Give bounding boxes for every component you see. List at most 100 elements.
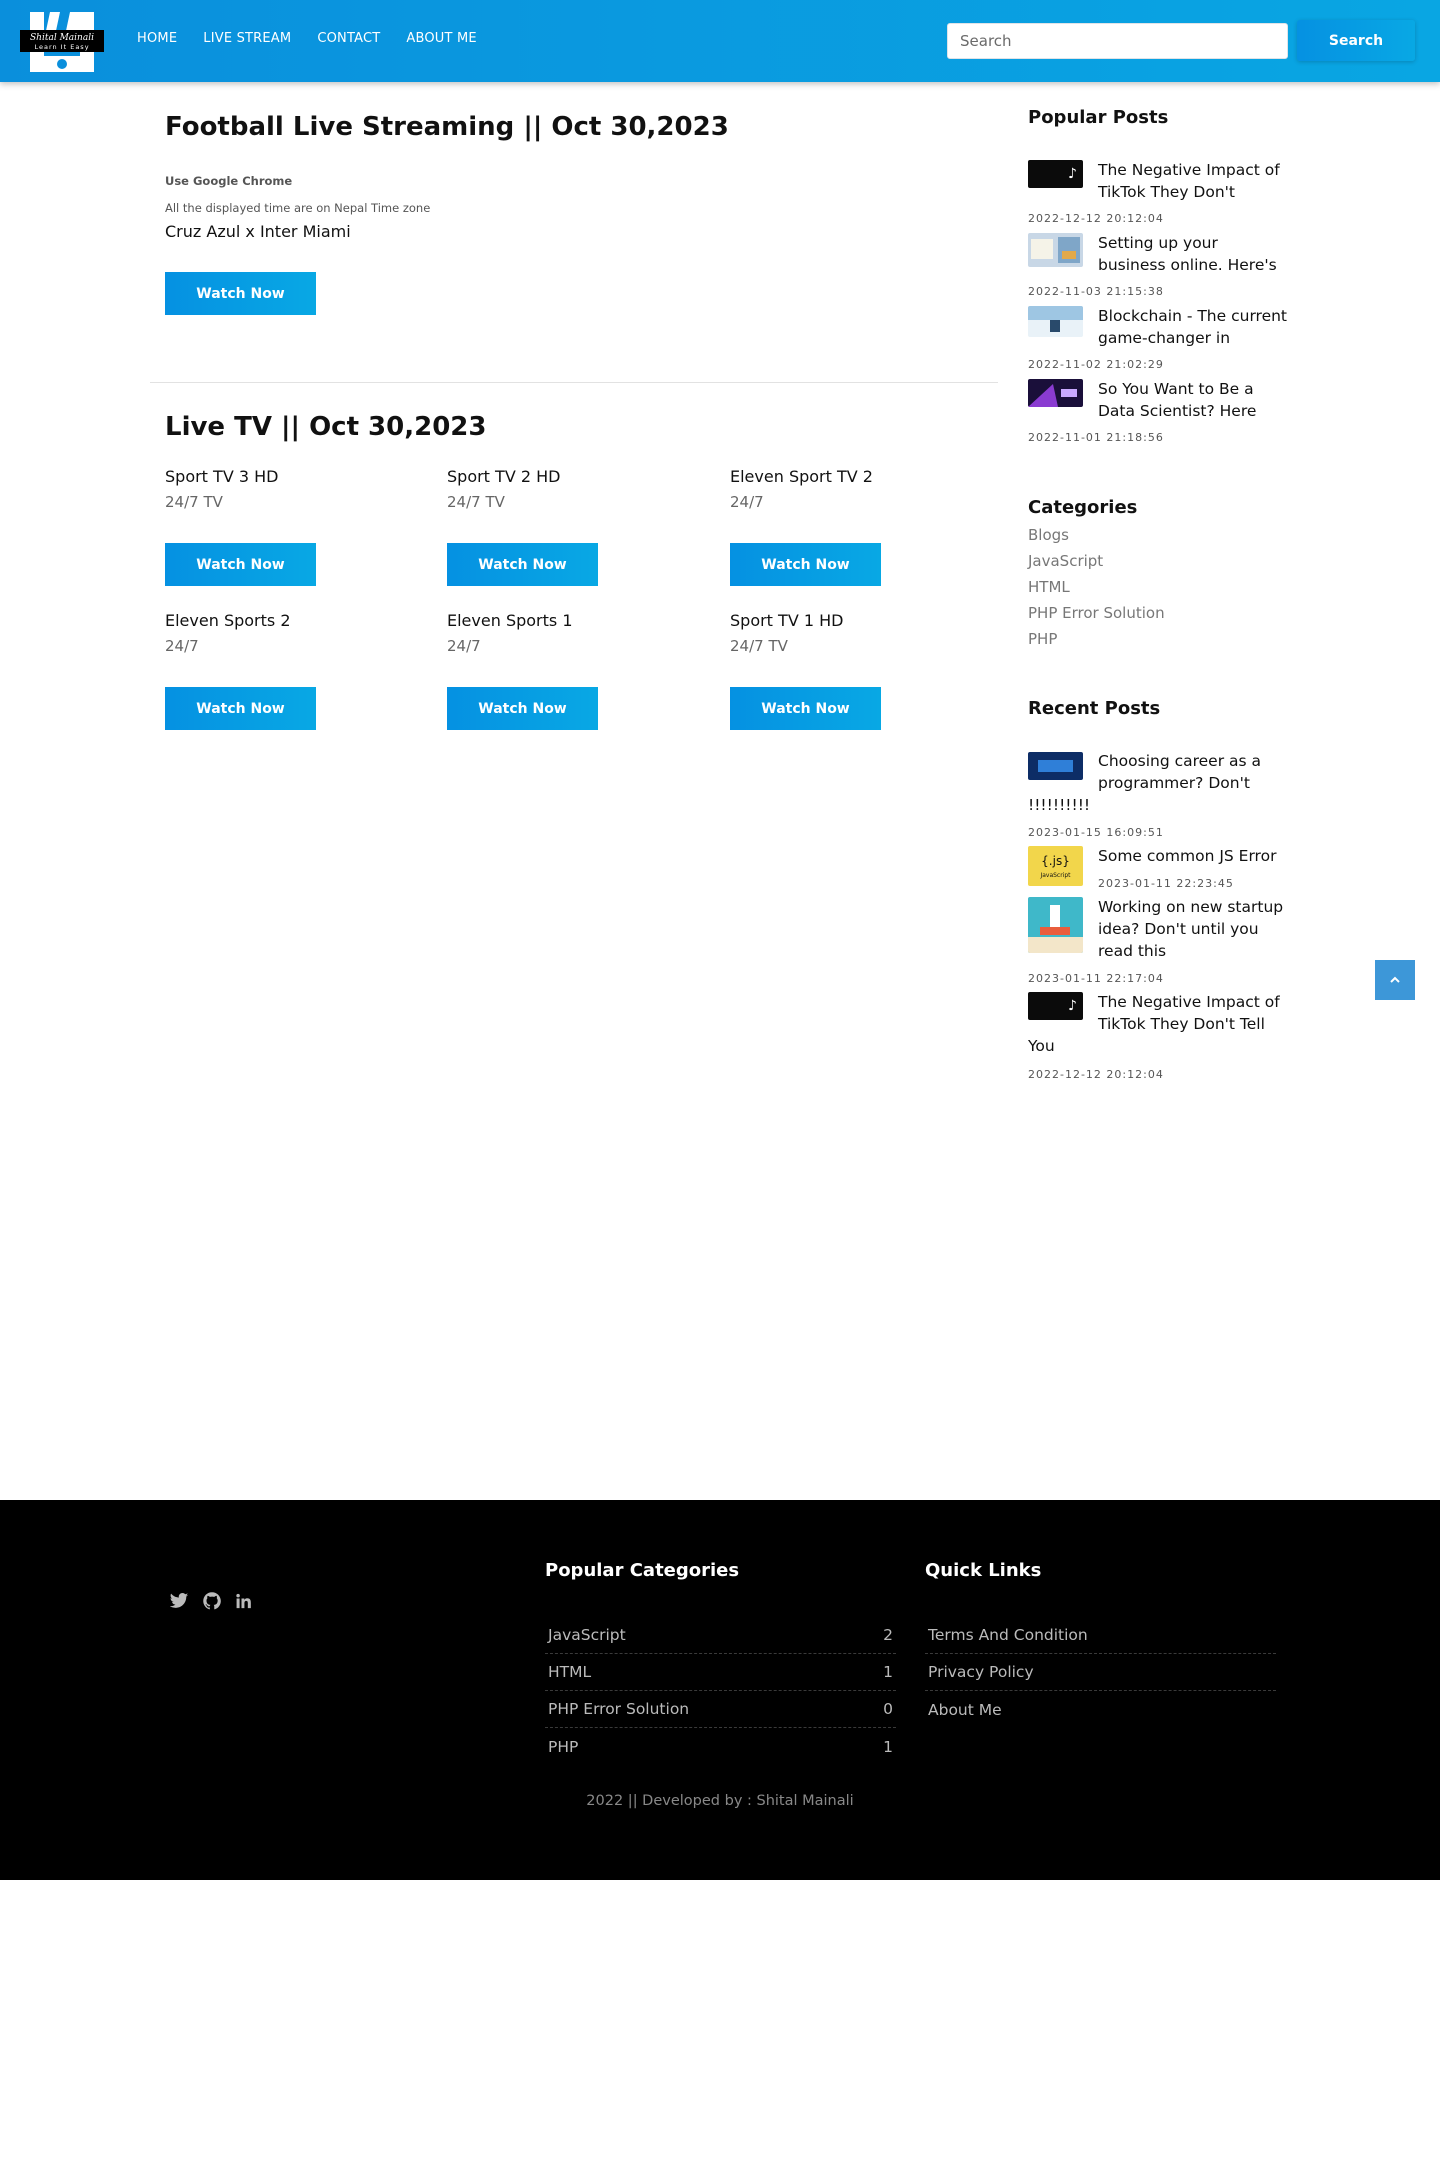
post-date: 2022-11-01 21:18:56 bbox=[1028, 431, 1164, 444]
svg-text:♪: ♪ bbox=[1068, 998, 1077, 1014]
svg-text:{.js}: {.js} bbox=[1041, 854, 1070, 868]
post-date: 2023-01-11 22:23:45 bbox=[1098, 877, 1234, 890]
linkedin-icon[interactable] bbox=[234, 1591, 254, 1611]
recent-post-title-overflow[interactable]: You bbox=[1028, 1035, 1055, 1057]
watch-now-button[interactable]: Watch Now bbox=[447, 687, 598, 730]
quick-link-label: About Me bbox=[928, 1700, 1002, 1719]
footer-category-count: 0 bbox=[883, 1700, 893, 1718]
footer-category-count: 1 bbox=[883, 1663, 893, 1681]
navbar: Shital Mainali Learn It Easy HOME LIVE S… bbox=[0, 0, 1440, 82]
category-link[interactable]: Blogs bbox=[1028, 526, 1069, 544]
categories-heading: Categories bbox=[1028, 497, 1138, 518]
post-date: 2022-11-02 21:02:29 bbox=[1028, 358, 1164, 371]
watch-now-button[interactable]: Watch Now bbox=[447, 543, 598, 586]
search-input[interactable] bbox=[947, 23, 1288, 59]
recent-post-title-overflow[interactable]: !!!!!!!!!! bbox=[1028, 794, 1090, 816]
popular-post-title[interactable]: Blockchain - The current game-changer in bbox=[1098, 305, 1287, 349]
channel-name: Eleven Sports 2 bbox=[165, 611, 291, 630]
post-thumbnail[interactable] bbox=[1028, 233, 1083, 267]
svg-text:♪: ♪ bbox=[1068, 166, 1077, 182]
channel-subtitle: 24/7 bbox=[447, 637, 481, 655]
scroll-to-top-button[interactable] bbox=[1375, 960, 1415, 1000]
footer-category-row[interactable]: PHP 1 bbox=[545, 1728, 896, 1765]
channel-subtitle: 24/7 bbox=[165, 637, 199, 655]
post-thumbnail[interactable] bbox=[1028, 752, 1083, 780]
channel-name: Sport TV 2 HD bbox=[447, 467, 561, 486]
channel-name: Eleven Sports 1 bbox=[447, 611, 573, 630]
recent-post-title[interactable]: Some common JS Error bbox=[1098, 845, 1276, 867]
twitter-icon[interactable] bbox=[169, 1591, 189, 1611]
nav-links: HOME LIVE STREAM CONTACT ABOUT ME bbox=[137, 31, 477, 46]
watch-now-button[interactable]: Watch Now bbox=[165, 543, 316, 586]
channel-subtitle: 24/7 bbox=[730, 493, 764, 511]
footer-category-row[interactable]: HTML 1 bbox=[545, 1654, 896, 1691]
category-link[interactable]: JavaScript bbox=[1028, 552, 1103, 570]
category-link[interactable]: PHP Error Solution bbox=[1028, 604, 1165, 622]
post-thumbnail[interactable] bbox=[1028, 897, 1083, 953]
channel-subtitle: 24/7 TV bbox=[447, 493, 505, 511]
footer-category-count: 1 bbox=[883, 1737, 893, 1756]
logo-tagline: Learn It Easy bbox=[34, 43, 89, 51]
category-link[interactable]: HTML bbox=[1028, 578, 1070, 596]
channel-subtitle: 24/7 TV bbox=[730, 637, 788, 655]
recent-posts-heading: Recent Posts bbox=[1028, 698, 1161, 719]
site-logo[interactable]: Shital Mainali Learn It Easy bbox=[20, 12, 104, 72]
post-date: 2023-01-15 16:09:51 bbox=[1028, 826, 1164, 839]
post-date: 2022-12-12 20:12:04 bbox=[1028, 1068, 1164, 1081]
browser-note: Use Google Chrome bbox=[165, 174, 293, 188]
quick-link-label: Privacy Policy bbox=[928, 1663, 1034, 1681]
post-thumbnail[interactable]: ♪ bbox=[1028, 992, 1083, 1020]
nav-about-me[interactable]: ABOUT ME bbox=[406, 31, 476, 46]
football-title: Football Live Streaming || Oct 30,2023 bbox=[165, 112, 729, 142]
search-button[interactable]: Search bbox=[1297, 20, 1415, 61]
footer-category-row[interactable]: JavaScript 2 bbox=[545, 1617, 896, 1654]
channel-name: Eleven Sport TV 2 bbox=[730, 467, 873, 486]
channel-name: Sport TV 1 HD bbox=[730, 611, 844, 630]
footer-category-row[interactable]: PHP Error Solution 0 bbox=[545, 1691, 896, 1728]
quick-link[interactable]: Terms And Condition bbox=[925, 1617, 1276, 1654]
footer-category-name: PHP bbox=[548, 1737, 579, 1756]
watch-now-button[interactable]: Watch Now bbox=[730, 687, 881, 730]
popular-post-title[interactable]: The Negative Impact of TikTok They Don't bbox=[1098, 159, 1280, 203]
post-thumbnail[interactable]: ♪ bbox=[1028, 160, 1083, 188]
channel-name: Sport TV 3 HD bbox=[165, 467, 279, 486]
chevron-up-icon bbox=[1390, 976, 1400, 983]
footer-category-name: HTML bbox=[548, 1663, 592, 1681]
post-date: 2022-11-03 21:15:38 bbox=[1028, 285, 1164, 298]
recent-post-title[interactable]: Working on new startup idea? Don't until… bbox=[1098, 896, 1283, 962]
post-thumbnail[interactable] bbox=[1028, 379, 1083, 407]
nav-contact[interactable]: CONTACT bbox=[317, 31, 380, 46]
live-tv-title: Live TV || Oct 30,2023 bbox=[165, 412, 487, 442]
popular-posts-heading: Popular Posts bbox=[1028, 107, 1169, 128]
post-thumbnail[interactable] bbox=[1028, 306, 1083, 337]
watch-now-button[interactable]: Watch Now bbox=[730, 543, 881, 586]
popular-post-title[interactable]: Setting up your business online. Here's bbox=[1098, 232, 1277, 276]
post-thumbnail[interactable]: {.js} JavaScript bbox=[1028, 846, 1083, 886]
logo-title: Shital Mainali bbox=[30, 33, 94, 43]
channel-subtitle: 24/7 TV bbox=[165, 493, 223, 511]
popular-categories-heading: Popular Categories bbox=[545, 1560, 740, 1581]
nav-home[interactable]: HOME bbox=[137, 31, 177, 46]
popular-post-title[interactable]: So You Want to Be a Data Scientist? Here bbox=[1098, 378, 1256, 422]
section-divider bbox=[150, 382, 998, 383]
copyright-text: 2022 || Developed by : Shital Mainali bbox=[586, 1793, 854, 1809]
svg-text:JavaScript: JavaScript bbox=[1039, 872, 1071, 879]
watch-now-button[interactable]: Watch Now bbox=[165, 272, 316, 315]
category-link[interactable]: PHP bbox=[1028, 630, 1057, 648]
quick-link[interactable]: About Me bbox=[925, 1691, 1276, 1728]
recent-post-title[interactable]: Choosing career as a programmer? Don't bbox=[1098, 750, 1293, 794]
quick-link-label: Terms And Condition bbox=[928, 1626, 1088, 1644]
recent-post-title[interactable]: The Negative Impact of TikTok They Don't… bbox=[1098, 991, 1280, 1035]
post-date: 2023-01-11 22:17:04 bbox=[1028, 972, 1164, 985]
watch-now-button[interactable]: Watch Now bbox=[165, 687, 316, 730]
nav-live-stream[interactable]: LIVE STREAM bbox=[203, 31, 291, 46]
footer-category-name: PHP Error Solution bbox=[548, 1700, 690, 1718]
footer-category-name: JavaScript bbox=[548, 1626, 626, 1644]
quick-link[interactable]: Privacy Policy bbox=[925, 1654, 1276, 1691]
match-title: Cruz Azul x Inter Miami bbox=[165, 222, 351, 241]
github-icon[interactable] bbox=[202, 1591, 222, 1611]
timezone-note: All the displayed time are on Nepal Time… bbox=[165, 201, 431, 215]
quick-links-heading: Quick Links bbox=[925, 1560, 1042, 1581]
post-date: 2022-12-12 20:12:04 bbox=[1028, 212, 1164, 225]
footer-category-count: 2 bbox=[883, 1626, 893, 1644]
